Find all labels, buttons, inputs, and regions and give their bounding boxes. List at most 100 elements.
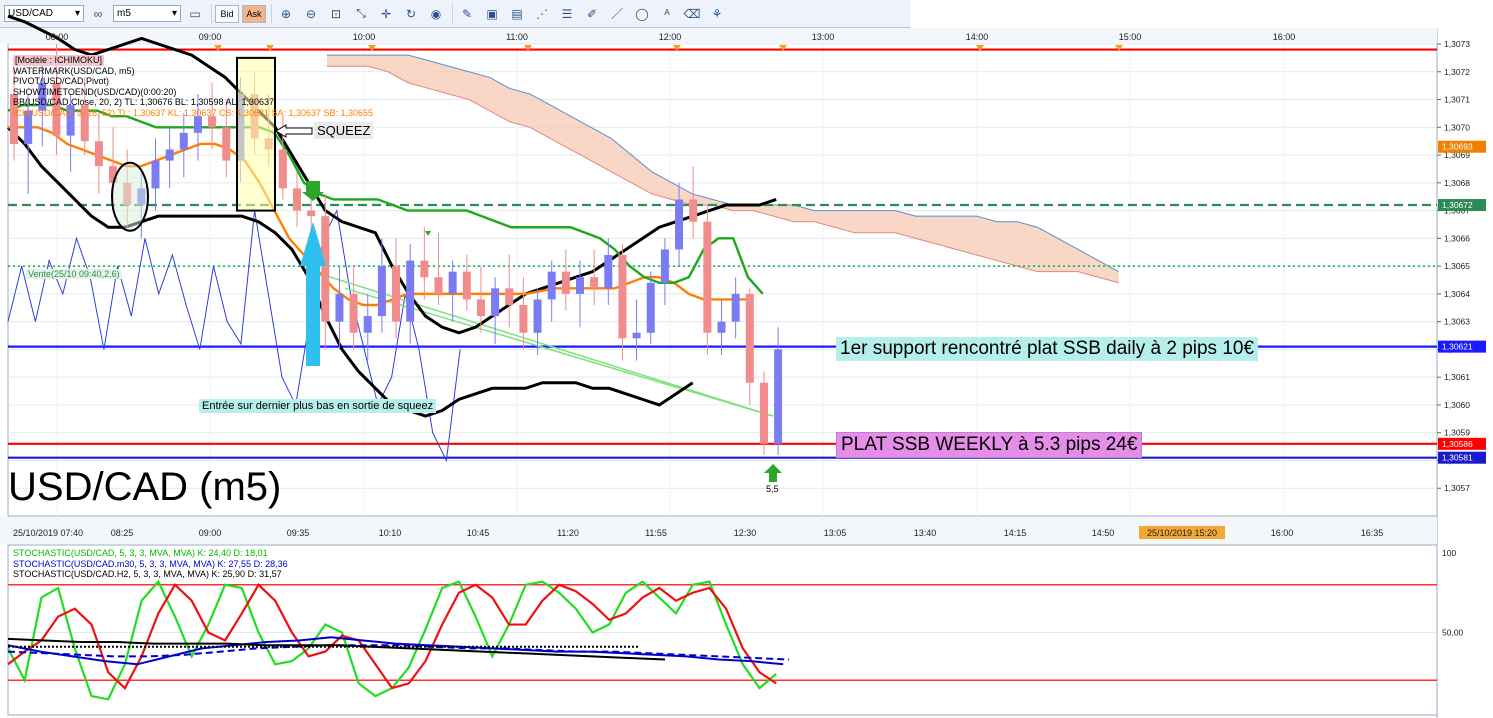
chevron-down-icon: ▾ [171,8,177,19]
ichimoku-kijun [7,103,764,295]
price-level-value: 1,30581 [1442,453,1473,463]
sell-signal-down-icon [302,181,324,201]
bottom-time-label: 16:35 [1361,528,1384,538]
price-level-value: 1,30672 [1442,200,1473,210]
session-marker-icon [1115,45,1123,51]
template-icon[interactable]: ▤ [506,4,528,24]
ruler-icon[interactable]: ✎ [456,4,478,24]
candle-body [377,266,386,317]
cursor-icon[interactable]: ⤡ [350,4,372,24]
candle-body [646,282,655,333]
legend-watermark: WATERMARK(USD/CAD, m5) [13,65,135,76]
bottom-time-label: 14:50 [1092,528,1115,538]
eraser-icon[interactable]: ⌫ [681,4,703,24]
session-marker-icon [214,45,222,51]
candle-body [689,199,698,222]
tree-icon[interactable]: ⚘ [706,4,728,24]
symbol-select[interactable]: USD/CAD ▾ [4,5,84,22]
pencil-icon[interactable]: ✐ [581,4,603,24]
zoom-in-icon[interactable]: ⊕ [275,4,297,24]
y-tick-label: 1,3072 [1444,67,1470,77]
session-marker-icon [779,45,787,51]
candle-body [476,299,485,317]
candle-body [519,304,528,333]
top-time-label: 16:00 [1273,32,1296,42]
candle-body [264,138,273,150]
price-level-value: 1,30586 [1442,439,1473,449]
price-level-badge [1438,451,1486,464]
link-icon[interactable]: ∞ [87,4,109,24]
candle-body [745,293,754,383]
session-marker-icon [673,45,681,51]
candle-body [576,277,584,294]
bottom-time-label: 25/10/2019 07:40 [13,528,83,538]
candle-body [547,271,556,300]
candle-body [335,293,344,322]
toolbar-separator [452,3,453,24]
bottom-time-label: 13:05 [824,528,847,538]
price-axis-bg [1437,28,1493,718]
candle-body [406,260,415,322]
shape-icon[interactable]: ◯ [631,4,653,24]
stoch-legend-h2: STOCHASTIC(USD/CAD.H2, 5, 3, 3, MVA, MVA… [13,569,282,579]
chikou-span [7,208,461,463]
zoom-fit-icon[interactable]: ⊡ [325,4,347,24]
zoom-out-icon[interactable]: ⊖ [300,4,322,24]
candle-body [293,188,301,211]
candle-body [321,216,330,322]
bottom-time-label: 09:00 [199,528,222,538]
y-tick-label: 1,3064 [1444,289,1470,299]
chart-type-icon[interactable]: ▭ [184,4,206,24]
candle-body [618,255,627,339]
candle-body [179,132,188,150]
timeframe-value: m5 [117,8,131,19]
bid-button[interactable]: Bid [215,4,239,23]
stoch-y-label: 50,00 [1442,628,1464,638]
stoch-y-label: 20 [1442,675,1452,685]
session-marker-icon [976,45,984,51]
image-icon[interactable]: ▣ [481,4,503,24]
stochastic-legend: STOCHASTIC(USD/CAD, 5, 3, 3, MVA, MVA) K… [13,548,288,580]
toolbar-separator [271,3,272,24]
price-level-value: 1,30693 [1442,142,1473,152]
candle-body [675,199,684,250]
y-tick-label: 1,3058 [1444,455,1470,465]
y-tick-label: 1,3067 [1444,206,1470,216]
line-draw-icon[interactable]: ／ [606,4,628,24]
indicator-icon[interactable]: ⋰ [531,4,553,24]
crosshair-icon[interactable]: ✛ [375,4,397,24]
y-tick-label: 1,3059 [1444,428,1470,438]
bottom-time-label: 14:15 [1004,528,1027,538]
weekly-label: PLAT SSB WEEKLY à 5.3 pips 24€ [836,432,1143,458]
candle-body [717,321,726,333]
candle-body [193,116,202,133]
bottom-time-label: 16:00 [1271,528,1294,538]
candle-body [165,149,174,161]
support-label: 1er support rencontré plat SSB daily à 2… [836,337,1259,361]
candle-body [278,149,287,189]
lines-icon[interactable]: ☰ [556,4,578,24]
stoch-series-K [7,579,777,701]
bottom-time-axis [0,517,1437,544]
price-level-badge [1438,437,1486,450]
senkou-span-b [327,54,1119,273]
ask-button[interactable]: Ask [242,4,266,23]
legend-bollinger: BB(USD/CAD.Close, 20, 2) TL: 1,30676 BL:… [13,97,274,107]
trend-line [344,287,774,417]
squeeze-label: SQUEEZ [314,122,374,139]
refresh-icon[interactable]: ↻ [400,4,422,24]
toolbar-separator [211,3,212,24]
timeframe-select[interactable]: m5 ▾ [113,5,181,22]
globe-icon[interactable]: ◉ [425,4,447,24]
stoch-y-label: 80 [1442,580,1452,590]
price-level-badge [1438,199,1486,212]
candle-body [462,271,471,300]
stoch-series-m30 [7,636,784,666]
text-icon[interactable]: ᴬ [656,4,678,24]
candle-body [137,188,146,206]
bottom-time-label: 13:40 [914,528,937,538]
session-marker-icon [368,45,376,51]
buy-signal-up-icon [764,464,782,482]
y-tick-label: 1,3071 [1444,95,1470,105]
legend-pivot: PIVOT(USD/CAD,Pivot) [13,76,110,86]
